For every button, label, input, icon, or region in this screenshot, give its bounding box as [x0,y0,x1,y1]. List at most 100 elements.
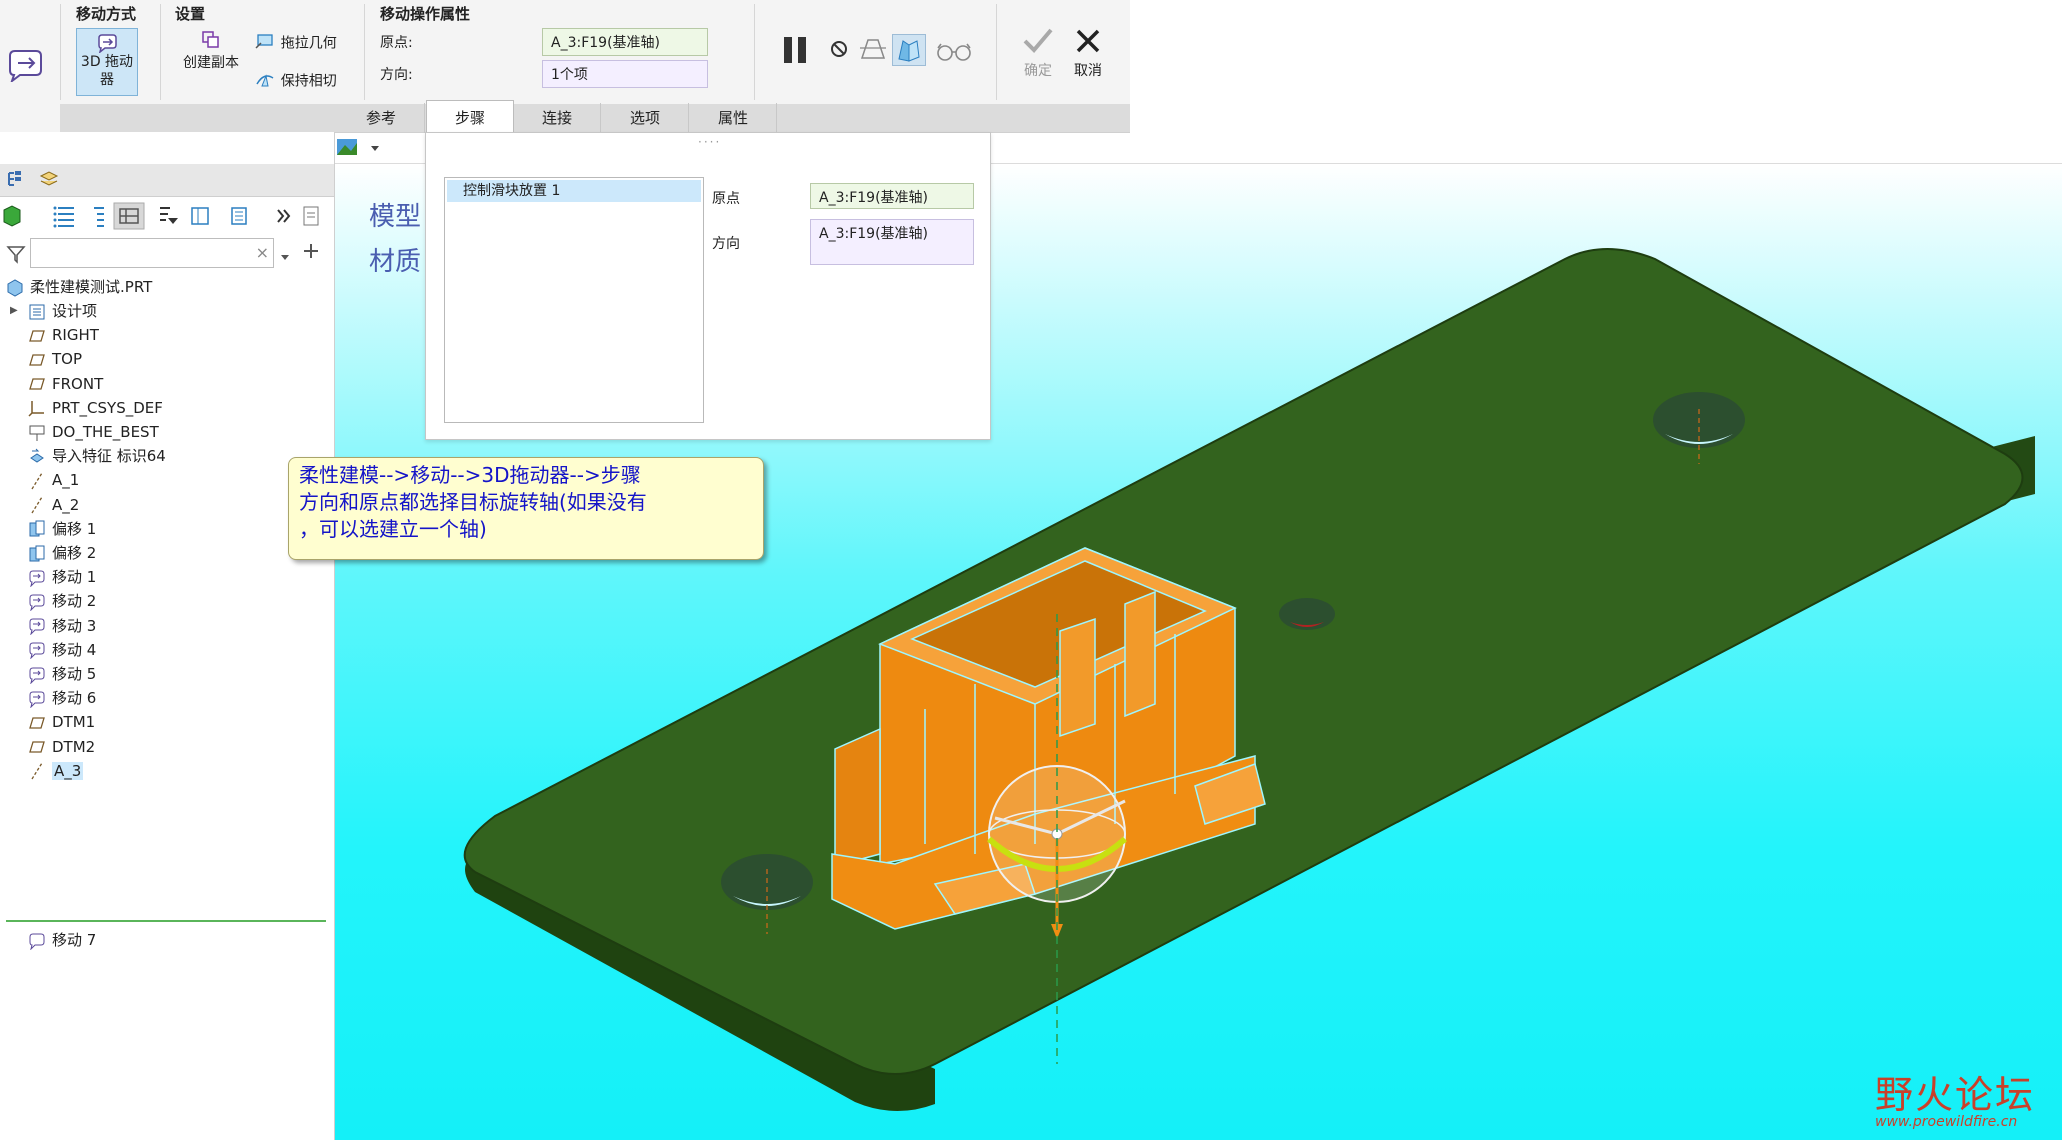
part-icon [6,278,24,297]
tree-item-label: 移动 5 [52,665,97,683]
tree-item-label: 移动 1 [52,568,97,587]
tree-item[interactable]: 偏移 2 [28,541,96,565]
tree-item-insert[interactable]: 移动 7 [28,928,96,952]
tree-item[interactable]: 导入特征 标识64 [28,444,166,468]
drag-geometry-icon [254,32,276,54]
clear-search-icon[interactable]: × [256,243,269,262]
datum-plane-icon [28,327,46,345]
tree-item-label: DTM2 [52,737,96,756]
tree-item-label: A_2 [52,495,80,514]
insert-item-label: 移动 7 [52,931,97,949]
keep-tangent-button[interactable]: 保持相切 [254,70,337,94]
tree-item[interactable]: DO_THE_BEST [28,420,159,444]
origin-collector[interactable]: A_3:F19(基准轴) [542,28,708,56]
drag-geometry-label: 拖拉几何 [280,35,337,52]
tree-item[interactable]: 移动 3 [28,614,96,638]
filter-icon[interactable] [6,244,26,268]
drag-geometry-button[interactable]: 拖拉几何 [254,32,337,56]
tree-item[interactable]: DTM2 [28,735,95,759]
tree-search-input[interactable]: × [30,238,274,268]
tree-item[interactable]: 偏移 1 [28,517,96,541]
datum-axis-icon [28,472,46,490]
drag-3d-label-1: 3D 拖动 [80,54,134,70]
group-title-settings: 设置 [175,5,206,23]
tree-item[interactable]: FRONT [28,372,103,396]
tree-item[interactable]: A_2 [28,493,79,517]
panel-grip-icon[interactable]: ···· [698,135,721,149]
tree-item-label: PRT_CSYS_DEF [52,398,163,417]
close-icon [1068,26,1108,60]
detached-preview-icon[interactable] [892,34,926,66]
columns-icon [191,207,209,225]
move-icon [28,593,46,612]
keep-tangent-label: 保持相切 [280,73,337,90]
tree-item[interactable]: 移动 5 [28,662,96,686]
appearance-icon [337,139,357,155]
drag-3d-label-2: 器 [100,72,114,88]
tree-item-label: RIGHT [52,326,99,345]
callout-line-2: 方向和原点都选择目标旋转轴(如果没有 [299,490,647,514]
tree-item[interactable]: TOP [28,347,82,371]
tab-properties[interactable]: 属性 [690,103,777,133]
direction-label: 方向: [380,67,413,83]
tab-references[interactable]: 参考 [338,103,425,133]
ok-label: 确定 [1024,63,1052,79]
tree-item[interactable]: 移动 2 [28,589,96,613]
move-icon [28,617,46,636]
tree-item[interactable]: RIGHT [28,323,99,347]
tree-root[interactable]: 柔性建模测试.PRT [6,275,152,299]
tree-item-label: 偏移 1 [52,519,97,538]
cancel-label: 取消 [1074,63,1102,79]
tree-item-label: 移动 2 [52,592,97,611]
tree-item[interactable]: 移动 1 [28,565,96,589]
ok-button[interactable]: 确定 [1018,26,1058,80]
step-origin-label: 原点 [712,191,740,207]
tree-item-label: 移动 6 [52,689,97,708]
origin-label: 原点: [380,35,413,51]
drag-3d-button[interactable]: 3D 拖动 器 [76,28,138,96]
step-list-item[interactable]: 控制滑块放置 1 [447,180,701,202]
add-filter-icon[interactable] [302,242,320,264]
flex-move-icon[interactable] [6,48,50,84]
tree-root-label: 柔性建模测试.PRT [30,278,153,296]
step-direction-collector[interactable]: A_3:F19(基准轴) [810,219,974,265]
import-feature-icon [28,448,46,466]
step-list[interactable]: 控制滑块放置 1 [444,177,704,423]
tree-item[interactable]: 移动 6 [28,686,96,710]
steps-panel: ···· 控制滑块放置 1 原点 A_3:F19(基准轴) 方向 A_3:F19… [425,132,991,440]
group-title-move-props: 移动操作属性 [380,5,471,23]
cancel-button[interactable]: 取消 [1068,26,1108,80]
create-copy-icon [178,30,244,52]
move-icon [28,666,46,685]
tree-toolbar [0,200,334,232]
pause-icon[interactable] [780,34,812,70]
model-tree-tab-icon[interactable] [6,170,24,194]
watermark-title: 野火论坛 [1875,1073,2036,1117]
ribbon-separator [364,4,365,100]
search-dropdown-icon[interactable] [280,248,290,266]
tree-item[interactable]: DTM1 [28,710,95,734]
create-copy-button[interactable]: 创建副本 [178,30,244,76]
watermark-url: www.proewildfire.cn [1875,1114,2018,1130]
tree-item[interactable]: 设计项 ▶ [10,299,97,323]
expand-arrow-icon[interactable]: ▶ [10,299,18,323]
glasses-icon[interactable] [936,40,972,66]
direction-collector[interactable]: 1个项 [542,60,708,88]
no-preview-icon[interactable] [828,38,850,64]
tree-item[interactable]: A_1 [28,468,79,492]
tab-options[interactable]: 选项 [602,103,689,133]
tab-steps[interactable]: 步骤 [426,100,514,135]
attached-preview-icon[interactable] [858,36,888,66]
tab-connect[interactable]: 连接 [514,103,601,133]
tree-item-label: DO_THE_BEST [52,423,159,441]
more-icon [277,209,291,223]
ribbon: 移动方式 3D 拖动 器 设置 创建副本 拖拉几何 保持相切 移动操作属性 原点… [0,0,1130,135]
tree-item[interactable]: PRT_CSYS_DEF [28,396,163,420]
notes-icon [303,206,319,226]
step-origin-collector[interactable]: A_3:F19(基准轴) [810,183,974,209]
layers-tab-icon[interactable] [38,170,60,194]
tree-item[interactable]: 移动 4 [28,638,96,662]
part-icon [3,205,21,227]
datum-plane-icon [28,714,46,732]
tree-item[interactable]: A_3 [28,759,84,783]
